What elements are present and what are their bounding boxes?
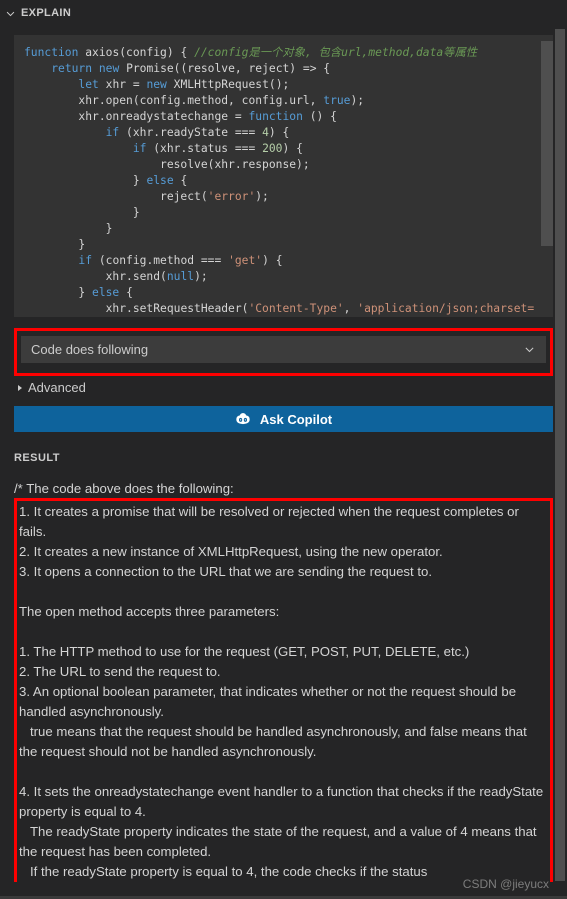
result-header: RESULT [14, 452, 60, 464]
copilot-icon [235, 411, 252, 428]
result-highlight-box: 1. It creates a promise that will be res… [14, 498, 553, 882]
chevron-down-icon [2, 5, 18, 21]
result-body-text: 1. It creates a promise that will be res… [19, 504, 544, 879]
ask-copilot-label: Ask Copilot [259, 411, 333, 427]
panel-scrollbar[interactable] [553, 0, 567, 899]
code-content: function axios(config) { //config是一个对象, … [24, 46, 535, 315]
ask-copilot-button[interactable]: Ask Copilot [14, 406, 553, 432]
explain-panel-body: function axios(config) { //config是一个对象, … [0, 35, 567, 882]
advanced-label: Advanced [28, 380, 86, 395]
advanced-toggle[interactable]: Advanced [14, 380, 553, 395]
code-block-scrollbar[interactable] [541, 35, 553, 317]
code-preview-block: function axios(config) { //config是一个对象, … [14, 35, 553, 317]
code-block-scrollbar-thumb[interactable] [541, 41, 553, 246]
prompt-select-value: Code does following [31, 342, 149, 357]
explain-section-title: EXPLAIN [21, 7, 72, 19]
chevron-down-icon[interactable] [521, 342, 537, 358]
prompt-select-highlight: Code does following [14, 328, 553, 376]
explain-section-header[interactable]: EXPLAIN [0, 0, 567, 26]
prompt-select[interactable]: Code does following [21, 336, 546, 363]
triangle-right-icon [14, 382, 26, 394]
panel-scrollbar-thumb[interactable] [555, 29, 565, 881]
result-intro-text: /* The code above does the following: [14, 481, 234, 496]
